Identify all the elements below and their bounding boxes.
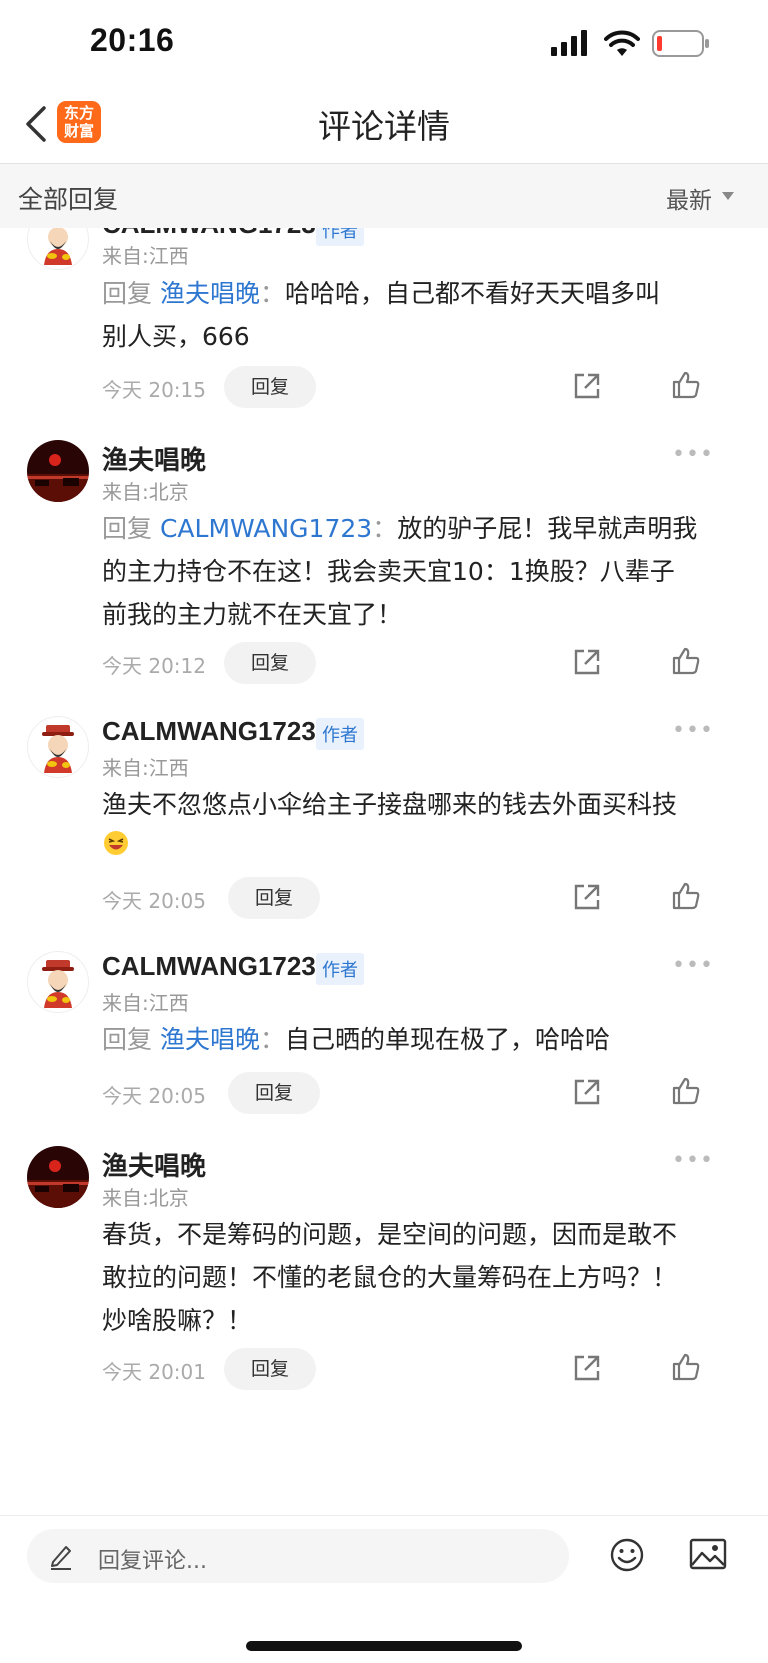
more-icon[interactable]: ••• (672, 442, 714, 467)
fortune-god-avatar-icon (44, 228, 72, 265)
text-line: 渔夫不忽悠点小伞给主子接盘哪来的钱去外面买科技 (102, 790, 678, 819)
colon: ： (372, 514, 398, 543)
comment-text: 回复 CALMWANG1723：放的驴子屁！我早就声明我 的主力持仓不在这！我会… (102, 507, 742, 636)
reply-button[interactable]: 回复 (224, 1348, 316, 1390)
signal-icon (551, 30, 587, 56)
text-line: 前我的主力就不在天宜了！ (102, 600, 403, 629)
like-icon[interactable] (671, 646, 701, 676)
fortune-god-avatar-icon (42, 960, 74, 1008)
status-time: 20:16 (90, 22, 175, 58)
username[interactable]: CALMWANG1723 (102, 716, 316, 747)
mention-link[interactable]: 渔夫唱晚 (160, 1025, 260, 1054)
more-icon[interactable]: ••• (672, 718, 714, 743)
like-icon[interactable] (671, 1352, 701, 1382)
comment-text: 渔夫不忽悠点小伞给主子接盘哪来的钱去外面买科技 (102, 783, 742, 826)
share-icon[interactable] (572, 1077, 602, 1107)
share-icon[interactable] (572, 882, 602, 912)
location: 来自:江西 (102, 244, 189, 268)
like-icon[interactable] (671, 370, 701, 400)
comment-text: 回复 渔夫唱晚：哈哈哈，自己都不看好天天唱多叫 别人买，666 (102, 272, 742, 358)
username[interactable]: 渔夫唱晚 (102, 1146, 206, 1183)
location: 来自:江西 (102, 756, 189, 780)
text-line: 的主力持仓不在这！我会卖天宜10：1换股？八辈子 (102, 557, 675, 586)
avatar[interactable] (27, 228, 89, 270)
text-line: 春货，不是筹码的问题，是空间的问题，因而是敢不 (102, 1220, 678, 1249)
sunset-avatar-icon (27, 440, 89, 502)
location: 来自:江西 (102, 991, 189, 1015)
reply-button[interactable]: 回复 (224, 642, 316, 684)
text-line: 敢拉的问题！不懂的老鼠仓的大量筹码在上方吗？！ (102, 1263, 678, 1292)
all-replies-label: 全部回复 (18, 185, 119, 214)
laughing-emoji-icon (104, 831, 128, 855)
home-indicator (246, 1641, 522, 1651)
more-icon[interactable]: ••• (672, 953, 714, 978)
sunset-avatar-icon (27, 1146, 89, 1208)
image-icon[interactable] (689, 1538, 727, 1570)
mention-link[interactable]: CALMWANG1723 (160, 514, 372, 543)
more-icon[interactable]: ••• (672, 1148, 714, 1173)
comment-list: CALMWANG1723 作者 ••• 来自:江西 回复 渔夫唱晚：哈哈哈，自己… (0, 228, 768, 1515)
location: 来自:北京 (102, 480, 189, 504)
more-icon[interactable]: ••• (672, 228, 714, 233)
text-line: 自己晒的单现在极了，哈哈哈 (285, 1025, 611, 1054)
author-badge: 作者 (316, 953, 364, 985)
timestamp: 今天 20:01 (102, 1360, 206, 1384)
text-line: 放的驴子屁！我早就声明我 (397, 514, 698, 543)
caret-down-icon[interactable] (722, 192, 734, 200)
sort-dropdown[interactable]: 最新 (666, 181, 712, 215)
wifi-icon (604, 30, 640, 56)
colon: ： (259, 279, 285, 308)
battery-icon (652, 30, 709, 57)
text-line: 别人买，666 (102, 322, 250, 351)
fortune-god-avatar-icon (42, 725, 74, 773)
reply-placeholder[interactable]: 回复评论... (98, 1543, 207, 1575)
timestamp: 今天 20:05 (102, 889, 206, 913)
text-line: 炒啥股嘛？！ (102, 1306, 253, 1335)
avatar[interactable] (27, 951, 89, 1013)
pencil-icon (51, 1546, 71, 1570)
reply-button[interactable]: 回复 (224, 366, 316, 408)
timestamp: 今天 20:15 (102, 378, 206, 402)
text-line: 哈哈哈，自己都不看好天天唱多叫 (285, 279, 661, 308)
share-icon[interactable] (572, 371, 602, 401)
reply-prefix: 回复 (102, 1025, 153, 1054)
colon: ： (259, 1025, 285, 1054)
location: 来自:北京 (102, 1186, 189, 1210)
avatar[interactable] (27, 1146, 89, 1208)
mention-link[interactable]: 渔夫唱晚 (160, 279, 260, 308)
emoji-icon[interactable] (609, 1537, 645, 1573)
page-title: 评论详情 (318, 107, 450, 146)
username[interactable]: CALMWANG1723 (102, 228, 316, 240)
share-icon[interactable] (572, 647, 602, 677)
author-badge: 作者 (316, 228, 364, 246)
avatar[interactable] (27, 716, 89, 778)
comment-text: 春货，不是筹码的问题，是空间的问题，因而是敢不 敢拉的问题！不懂的老鼠仓的大量筹… (102, 1213, 742, 1342)
username[interactable]: CALMWANG1723 (102, 951, 316, 982)
avatar[interactable] (27, 440, 89, 502)
timestamp: 今天 20:05 (102, 1084, 206, 1108)
reply-prefix: 回复 (102, 279, 153, 308)
reply-button[interactable]: 回复 (228, 1072, 320, 1114)
timestamp: 今天 20:12 (102, 654, 206, 678)
reply-button[interactable]: 回复 (228, 877, 320, 919)
username[interactable]: 渔夫唱晚 (102, 440, 206, 477)
like-icon[interactable] (671, 1076, 701, 1106)
like-icon[interactable] (671, 881, 701, 911)
share-icon[interactable] (572, 1353, 602, 1383)
reply-prefix: 回复 (102, 514, 153, 543)
comment-text: 回复 渔夫唱晚：自己晒的单现在极了，哈哈哈 (102, 1018, 742, 1061)
author-badge: 作者 (316, 718, 364, 750)
